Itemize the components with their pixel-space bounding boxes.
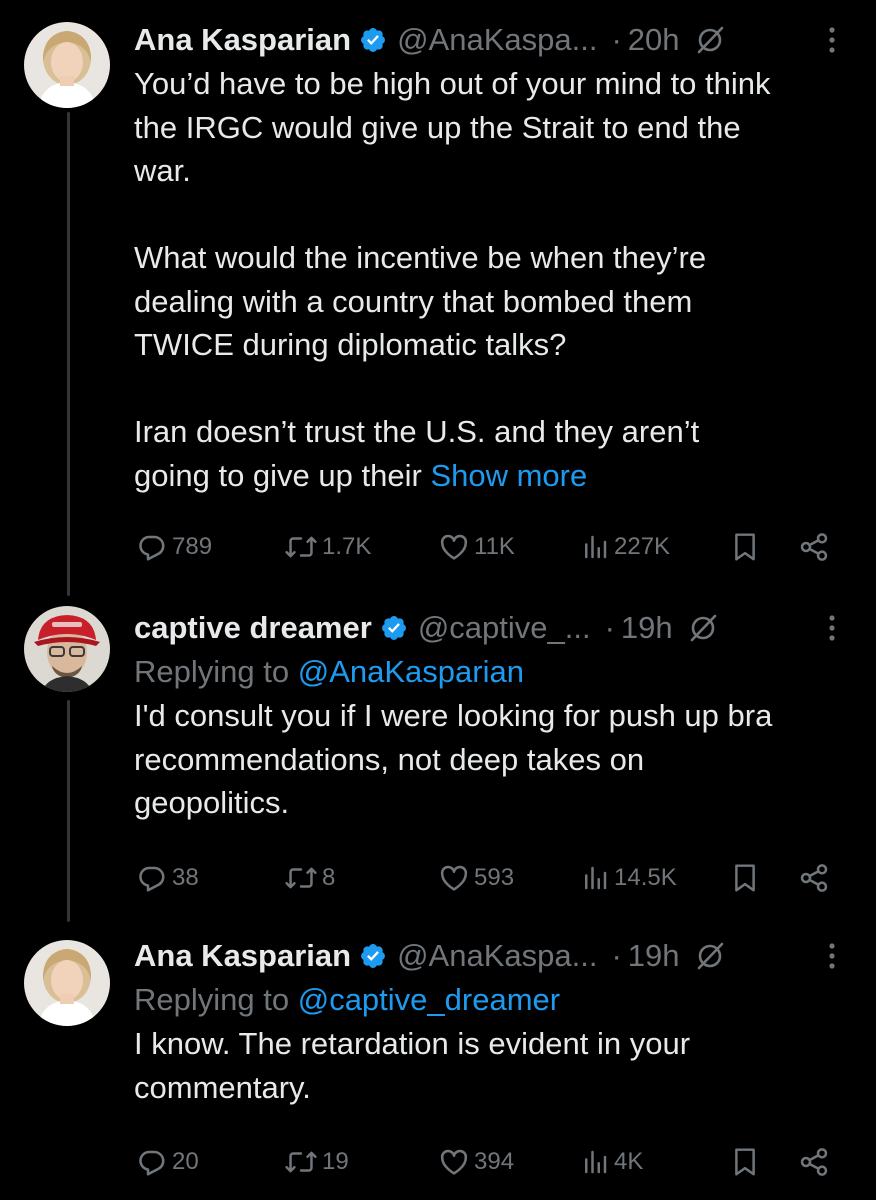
tweet-header: Ana Kasparian @AnaKaspa... · 20h [134,18,856,62]
repost-icon [285,867,317,889]
reply-icon [139,866,165,892]
reply-button[interactable]: 789 [136,525,212,569]
view-count: 4K [614,1148,644,1175]
views-button[interactable]: 4K [580,1140,643,1184]
verified-badge-icon[interactable] [359,942,387,970]
repost-icon [285,536,317,558]
reply-count: 20 [172,1148,199,1175]
display-name[interactable]: Ana Kasparian [134,934,351,978]
bookmark-icon [735,864,755,892]
repost-count: 8 [322,864,336,891]
repost-icon [285,1151,317,1173]
tweet-header: Ana Kasparian @AnaKaspa... · 19h [134,934,856,978]
repost-button[interactable]: 19 [284,1140,349,1184]
views-button[interactable]: 227K [580,525,670,569]
tweet[interactable]: Ana Kasparian @AnaKaspa... · 19h Replyin… [0,922,876,1200]
like-button[interactable]: 593 [438,856,514,900]
handle[interactable]: @captive_... [418,606,591,650]
repost-count: 1.7K [322,533,372,560]
action-bar: 789 1.7K 11K 227K [134,525,834,569]
like-button[interactable]: 11K [438,525,515,569]
action-bar: 38 8 593 14.5K [134,856,834,900]
action-bar: 20 19 394 4K [134,1140,834,1184]
separator-dot: · [611,938,622,973]
handle[interactable]: @AnaKaspa... [397,18,597,62]
share-button[interactable] [798,1140,830,1184]
avatar[interactable] [24,606,110,692]
separator-dot: · [611,22,622,57]
bookmark-button[interactable] [730,856,760,900]
tweet-text: I know. The retardation is evident in yo… [134,1026,691,1105]
views-icon [585,866,607,890]
like-count: 11K [474,533,515,560]
replying-to-prefix: Replying to [134,654,298,689]
verified-badge-icon[interactable] [359,26,387,54]
reply-count: 789 [172,533,213,560]
bookmark-button[interactable] [730,525,760,569]
grok-icon[interactable] [694,940,726,972]
share-button[interactable] [798,856,830,900]
tweet[interactable]: Ana Kasparian @AnaKaspa... · 20h You’d h… [0,0,876,590]
tweet-text: You’d have to be high out of your mind t… [134,62,856,497]
reply-icon [139,535,165,561]
handle[interactable]: @AnaKaspa... [397,934,597,978]
replying-to: Replying to @AnaKasparian [134,650,856,694]
share-button[interactable] [798,525,830,569]
display-name[interactable]: captive dreamer [134,606,372,650]
views-button[interactable]: 14.5K [580,856,677,900]
avatar[interactable] [24,940,110,1026]
bookmark-icon [735,1148,755,1176]
reply-count: 38 [172,864,199,891]
more-options-icon[interactable] [828,942,836,970]
repost-count: 19 [322,1148,349,1175]
views-icon [585,535,607,559]
tweet-header: captive dreamer @captive_... · 19h [134,606,856,650]
bookmark-button[interactable] [730,1140,760,1184]
mention-link[interactable]: @captive_dreamer [298,982,560,1017]
tweet[interactable]: captive dreamer @captive_... · 19h Reply… [0,592,876,922]
bookmark-icon [735,533,755,561]
timestamp[interactable]: 19h [621,606,673,650]
views-icon [585,1150,607,1174]
view-count: 14.5K [614,864,677,891]
show-more-link[interactable]: Show more [430,458,587,493]
tweet-body: You’d have to be high out of your mind t… [134,66,771,493]
repost-button[interactable]: 8 [284,856,335,900]
share-icon [800,1148,828,1176]
replying-to-prefix: Replying to [134,982,298,1017]
grok-icon[interactable] [687,612,719,644]
replying-to: Replying to @captive_dreamer [134,978,856,1022]
heart-icon [440,865,468,891]
more-options-icon[interactable] [828,26,836,54]
like-button[interactable]: 394 [438,1140,514,1184]
like-count: 593 [474,864,515,891]
separator-dot: · [604,610,615,645]
reply-icon [139,1150,165,1176]
share-icon [800,533,828,561]
view-count: 227K [614,533,671,560]
more-options-icon[interactable] [828,614,836,642]
display-name[interactable]: Ana Kasparian [134,18,351,62]
timestamp[interactable]: 20h [628,18,680,62]
heart-icon [440,1149,468,1175]
repost-button[interactable]: 1.7K [284,525,371,569]
mention-link[interactable]: @AnaKasparian [298,654,524,689]
reply-button[interactable]: 38 [136,856,199,900]
tweet-text: I'd consult you if I were looking for pu… [134,698,773,820]
like-count: 394 [474,1148,515,1175]
share-icon [800,864,828,892]
timestamp[interactable]: 19h [628,934,680,978]
avatar[interactable] [24,22,110,108]
reply-button[interactable]: 20 [136,1140,199,1184]
heart-icon [440,534,468,560]
grok-icon[interactable] [694,24,726,56]
verified-badge-icon[interactable] [380,614,408,642]
